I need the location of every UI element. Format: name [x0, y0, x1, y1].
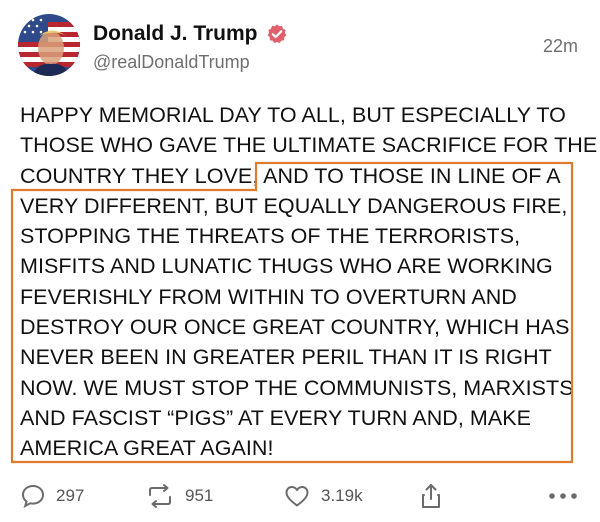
- post-text-line: AND FASCIST “PIGS” AT EVERY TURN AND, MA…: [20, 405, 532, 430]
- post-text-line: DESTROY OUR ONCE GREAT COUNTRY, WHICH HA…: [20, 315, 570, 340]
- like-count: 3.19k: [321, 486, 363, 505]
- post-text: HAPPY MEMORIAL DAY TO ALL, BUT ESPECIALL…: [20, 100, 598, 464]
- share-button[interactable]: [418, 478, 444, 514]
- verified-badge-icon: [266, 23, 288, 45]
- author-name-row[interactable]: Donald J. Trump: [93, 22, 288, 46]
- post-text-line: NEVER BEEN IN GREATER PERIL THAN IT IS R…: [20, 345, 552, 370]
- post-text-line: FEVERISHLY FROM WITHIN TO OVERTURN AND: [20, 284, 517, 309]
- avatar-image: [18, 14, 80, 76]
- post-text-line: NOW. WE MUST STOP THE COMMUNISTS, MARXIS…: [20, 375, 574, 400]
- more-options-button[interactable]: [548, 478, 578, 514]
- repost-button[interactable]: 951: [145, 478, 213, 514]
- share-upload-icon: [418, 482, 444, 510]
- post-text-line: MISFITS AND LUNATIC THUGS WHO ARE WORKIN…: [20, 254, 553, 279]
- action-bar: 297 951 3.19k: [0, 478, 600, 514]
- speech-bubble-icon: [20, 483, 46, 509]
- like-button[interactable]: 3.19k: [283, 478, 363, 514]
- ellipsis-icon: [548, 492, 578, 500]
- post-text-line: STOPPING THE THREATS OF THE TERRORISTS,: [20, 224, 521, 249]
- repost-arrows-icon: [145, 483, 175, 509]
- repost-count: 951: [185, 486, 214, 505]
- heart-icon: [283, 483, 311, 509]
- author-handle[interactable]: @realDonaldTrump: [93, 52, 250, 73]
- post-card: Donald J. Trump @realDonaldTrump 22m HAP…: [0, 0, 600, 522]
- post-timestamp[interactable]: 22m: [543, 36, 578, 57]
- post-text-line: HAPPY MEMORIAL DAY TO ALL, BUT ESPECIALL…: [20, 103, 566, 127]
- post-text-line: THOSE WHO GAVE THE ULTIMATE SACRIFICE FO…: [20, 133, 598, 158]
- author-name[interactable]: Donald J. Trump: [93, 22, 258, 46]
- reply-button[interactable]: 297: [20, 478, 84, 514]
- reply-count: 297: [56, 486, 85, 505]
- post-text-line: AMERICA GREAT AGAIN!: [20, 436, 274, 461]
- post-text-line: COUNTRY THEY LOVE, AND TO THOSE IN LINE …: [20, 163, 561, 188]
- avatar[interactable]: [18, 14, 80, 76]
- post-text-line: VERY DIFFERENT, BUT EQUALLY DANGEROUS FI…: [20, 193, 568, 218]
